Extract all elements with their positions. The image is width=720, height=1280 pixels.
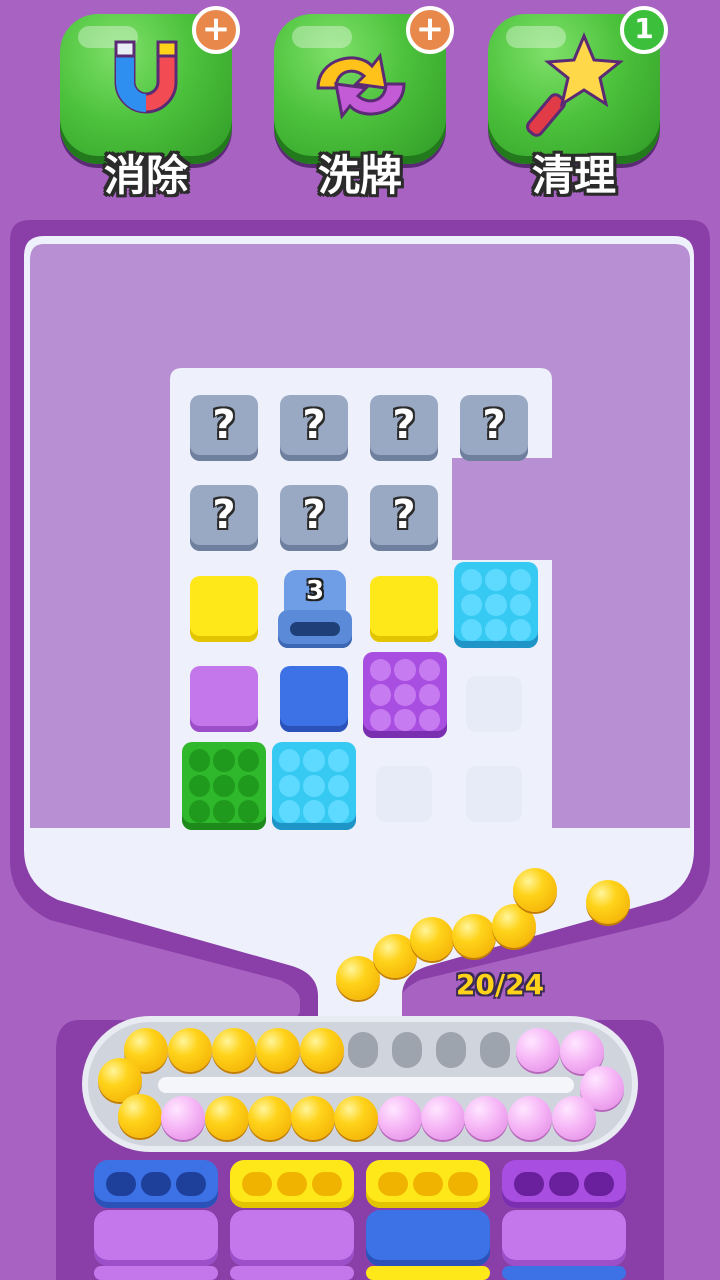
cyan-ball-box[interactable]	[272, 742, 356, 830]
mystery-tile[interactable]: ?	[460, 395, 528, 461]
empty-cell	[466, 766, 522, 822]
add-badge[interactable]: +	[192, 6, 240, 54]
ball-progress-counter: 20/24	[455, 968, 545, 1001]
bin-hole	[413, 1172, 443, 1196]
count-badge: 1	[620, 6, 668, 54]
yellow-ball	[300, 1028, 344, 1072]
booster-label: 消除	[103, 151, 188, 200]
mystery-tile[interactable]: ?	[280, 395, 348, 461]
queued-purple-bin	[502, 1210, 626, 1266]
shuffle-icon	[316, 52, 406, 120]
bin-hole	[378, 1172, 408, 1196]
pink-ball	[552, 1096, 596, 1140]
mystery-tile[interactable]: ?	[190, 395, 258, 461]
yellow-ball	[212, 1028, 256, 1072]
mystery-tile[interactable]: ?	[370, 395, 438, 461]
bin-hole	[584, 1172, 614, 1196]
mystery-tile[interactable]: ?	[280, 485, 348, 551]
yellow-ball	[586, 880, 630, 924]
tunnel-count: 3	[305, 576, 325, 606]
mystery-tile[interactable]: ?	[190, 485, 258, 551]
yellow-ball	[248, 1096, 292, 1140]
yellow-ball	[334, 1096, 378, 1140]
empty-cell	[466, 676, 522, 732]
empty-slot	[480, 1032, 510, 1068]
empty-cell	[376, 766, 432, 822]
yellow-ball	[291, 1096, 335, 1140]
queued-purple-bin	[94, 1266, 218, 1280]
clean-booster-button[interactable]: 1 清理	[488, 6, 668, 200]
empty-slot	[392, 1032, 422, 1068]
yellow-block[interactable]	[370, 576, 438, 642]
empty-slot	[348, 1032, 378, 1068]
magnet-icon	[114, 40, 178, 114]
yellow-ball	[168, 1028, 212, 1072]
shuffle-booster-button[interactable]: + 洗牌	[274, 6, 454, 200]
bin-hole	[312, 1172, 342, 1196]
purple-ball-box[interactable]	[363, 652, 447, 738]
conveyor-center-rail	[158, 1077, 574, 1093]
pink-ball	[516, 1028, 560, 1072]
pink-ball	[421, 1096, 465, 1140]
pink-ball	[508, 1096, 552, 1140]
yellow-ball	[256, 1028, 300, 1072]
booster-label: 洗牌	[317, 151, 402, 200]
queued-purple-bin	[230, 1266, 354, 1280]
bin-hole	[242, 1172, 272, 1196]
booster-label: 清理	[531, 151, 616, 200]
queued-blue-bin	[366, 1210, 490, 1266]
yellow-collector-bin[interactable]	[230, 1160, 354, 1208]
bin-hole	[277, 1172, 307, 1196]
add-badge[interactable]: +	[406, 6, 454, 54]
yellow-ball	[118, 1094, 162, 1138]
bin-hole	[549, 1172, 579, 1196]
yellow-ball	[410, 917, 454, 961]
queued-purple-bin	[94, 1210, 218, 1266]
cyan-ball-box[interactable]	[454, 562, 538, 648]
bin-hole	[514, 1172, 544, 1196]
queued-blue-bin	[502, 1266, 626, 1280]
pink-ball	[378, 1096, 422, 1140]
tunnel-block[interactable]: 3	[278, 570, 352, 650]
bin-hole	[176, 1172, 206, 1196]
queued-yellow-bin	[366, 1266, 490, 1280]
queued-purple-bin	[230, 1210, 354, 1266]
bin-hole	[141, 1172, 171, 1196]
blue-block[interactable]	[280, 666, 348, 732]
bin-hole	[448, 1172, 478, 1196]
blue-collector-bin[interactable]	[94, 1160, 218, 1208]
bin-hole	[106, 1172, 136, 1196]
yellow-ball	[452, 914, 496, 958]
purple-block[interactable]	[190, 666, 258, 732]
yellow-block[interactable]	[190, 576, 258, 642]
purple-collector-bin[interactable]	[502, 1160, 626, 1208]
yellow-collector-bin[interactable]	[366, 1160, 490, 1208]
yellow-ball	[205, 1096, 249, 1140]
pink-ball	[161, 1096, 205, 1140]
yellow-ball	[513, 868, 557, 912]
empty-slot	[436, 1032, 466, 1068]
magic-wand-icon	[526, 32, 624, 137]
mystery-tile[interactable]: ?	[370, 485, 438, 551]
green-ball-box[interactable]	[182, 742, 266, 830]
magnet-booster-button[interactable]: + 消除	[60, 6, 240, 200]
pink-ball	[464, 1096, 508, 1140]
tunnel-hole	[290, 622, 340, 636]
